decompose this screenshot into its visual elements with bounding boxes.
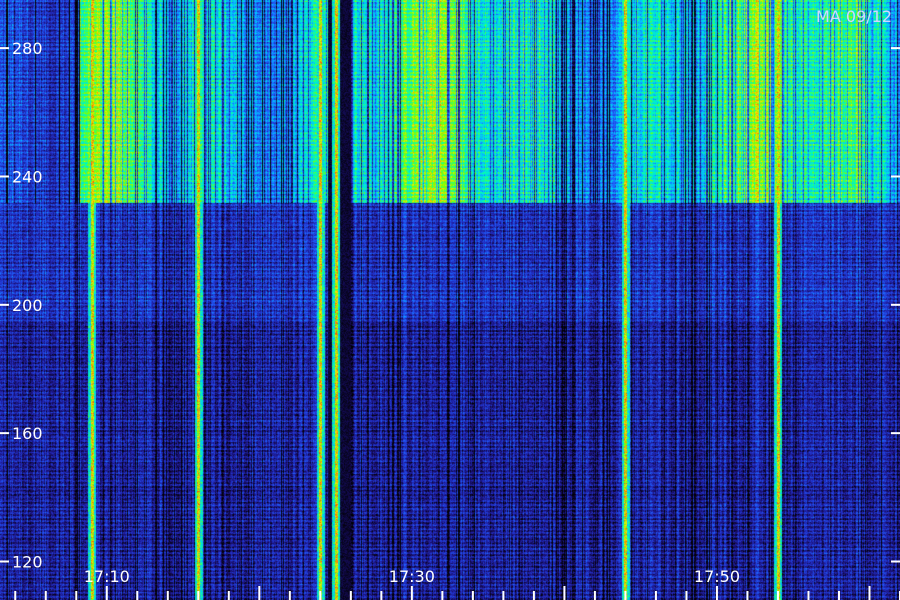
y-tick-label: 160 [12, 424, 43, 443]
axes-overlay: 120 160 200 240 280 17:10 17:30 17:50 MA 09/12 [0, 7, 900, 600]
x-tick-label: 17:30 [389, 567, 435, 586]
x-axis-ticks: 17:10 17:30 17:50 [14, 567, 900, 600]
corner-label: MA 09/12 [816, 7, 892, 26]
y-tick-label: 120 [12, 552, 43, 571]
x-tick-label: 17:10 [84, 567, 130, 586]
x-tick-label: 17:50 [694, 567, 740, 586]
y-tick-label: 280 [12, 39, 43, 58]
y-tick-label: 200 [12, 296, 43, 315]
spectrogram-plot: 120 160 200 240 280 17:10 17:30 17:50 MA 09/12 [0, 0, 900, 600]
y-axis-ticks: 120 160 200 240 280 [0, 39, 900, 571]
y-tick-label: 240 [12, 167, 43, 186]
